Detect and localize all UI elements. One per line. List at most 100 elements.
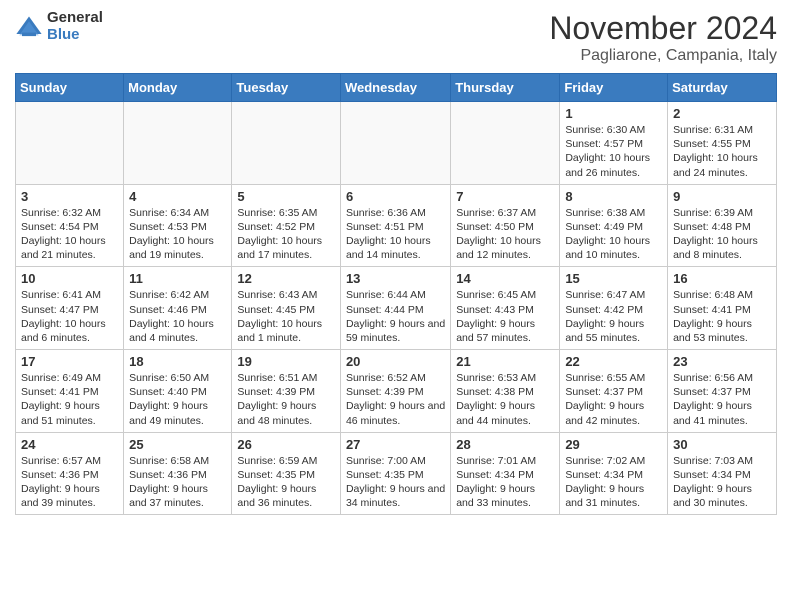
day-info: Sunrise: 6:36 AMSunset: 4:51 PMDaylight:…: [346, 206, 445, 263]
day-number: 9: [673, 189, 771, 204]
calendar-day-cell: 30 Sunrise: 7:03 AMSunset: 4:34 PMDayligh…: [668, 432, 777, 515]
day-info: Sunrise: 6:44 AMSunset: 4:44 PMDaylight:…: [346, 288, 445, 345]
month-title: November 2024: [549, 10, 777, 47]
day-number: 18: [129, 354, 226, 369]
day-info: Sunrise: 6:41 AMSunset: 4:47 PMDaylight:…: [21, 288, 118, 345]
calendar-day-cell: 17 Sunrise: 6:49 AMSunset: 4:41 PMDayligh…: [16, 350, 124, 433]
calendar-day-cell: [124, 102, 232, 185]
calendar-day-header: Wednesday: [340, 74, 450, 102]
calendar-day-cell: [451, 102, 560, 185]
calendar-day-cell: 24Sunrise: 6:57 AMSunset: 4:36 PMDayligh…: [16, 432, 124, 515]
day-number: 25: [129, 437, 226, 452]
day-info: Sunrise: 6:59 AMSunset: 4:35 PMDaylight:…: [237, 454, 335, 511]
calendar-day-cell: 26 Sunrise: 6:59 AMSunset: 4:35 PMDayligh…: [232, 432, 341, 515]
day-number: 13: [346, 271, 445, 286]
day-info: Sunrise: 7:02 AMSunset: 4:34 PMDaylight:…: [565, 454, 662, 511]
day-info: Sunrise: 6:31 AMSunset: 4:55 PMDaylight:…: [673, 123, 771, 180]
day-number: 16: [673, 271, 771, 286]
day-number: 17: [21, 354, 118, 369]
day-info: Sunrise: 6:30 AMSunset: 4:57 PMDaylight:…: [565, 123, 662, 180]
day-number: 26: [237, 437, 335, 452]
calendar-day-cell: 2 Sunrise: 6:31 AMSunset: 4:55 PMDaylight…: [668, 102, 777, 185]
day-info: Sunrise: 6:34 AMSunset: 4:53 PMDaylight:…: [129, 206, 226, 263]
calendar-week-row: 3Sunrise: 6:32 AMSunset: 4:54 PMDaylight…: [16, 184, 777, 267]
day-info: Sunrise: 6:48 AMSunset: 4:41 PMDaylight:…: [673, 288, 771, 345]
day-number: 21: [456, 354, 554, 369]
day-number: 1: [565, 106, 662, 121]
day-info: Sunrise: 6:38 AMSunset: 4:49 PMDaylight:…: [565, 206, 662, 263]
logo-text: General Blue: [47, 10, 103, 43]
day-number: 10: [21, 271, 118, 286]
day-info: Sunrise: 7:03 AMSunset: 4:34 PMDaylight:…: [673, 454, 771, 511]
calendar-day-cell: 28 Sunrise: 7:01 AMSunset: 4:34 PMDayligh…: [451, 432, 560, 515]
logo-blue-text: Blue: [47, 27, 103, 44]
calendar-day-cell: 1 Sunrise: 6:30 AMSunset: 4:57 PMDaylight…: [560, 102, 668, 185]
calendar-day-cell: 7 Sunrise: 6:37 AMSunset: 4:50 PMDaylight…: [451, 184, 560, 267]
calendar-day-cell: 16 Sunrise: 6:48 AMSunset: 4:41 PMDayligh…: [668, 267, 777, 350]
day-number: 11: [129, 271, 226, 286]
calendar-day-cell: [16, 102, 124, 185]
calendar-day-header: Sunday: [16, 74, 124, 102]
calendar-day-cell: 13 Sunrise: 6:44 AMSunset: 4:44 PMDayligh…: [340, 267, 450, 350]
day-info: Sunrise: 7:00 AMSunset: 4:35 PMDaylight:…: [346, 454, 445, 511]
calendar-week-row: 1 Sunrise: 6:30 AMSunset: 4:57 PMDaylight…: [16, 102, 777, 185]
day-number: 29: [565, 437, 662, 452]
calendar-day-cell: 4 Sunrise: 6:34 AMSunset: 4:53 PMDaylight…: [124, 184, 232, 267]
day-number: 14: [456, 271, 554, 286]
calendar-day-header: Friday: [560, 74, 668, 102]
calendar-week-row: 10 Sunrise: 6:41 AMSunset: 4:47 PMDayligh…: [16, 267, 777, 350]
logo-icon: [15, 13, 43, 41]
calendar-day-cell: 8 Sunrise: 6:38 AMSunset: 4:49 PMDaylight…: [560, 184, 668, 267]
calendar-day-cell: 25 Sunrise: 6:58 AMSunset: 4:36 PMDayligh…: [124, 432, 232, 515]
day-number: 30: [673, 437, 771, 452]
calendar-day-cell: 23Sunrise: 6:56 AMSunset: 4:37 PMDayligh…: [668, 350, 777, 433]
calendar-day-cell: 29 Sunrise: 7:02 AMSunset: 4:34 PMDayligh…: [560, 432, 668, 515]
logo: General Blue: [15, 10, 103, 43]
day-number: 19: [237, 354, 335, 369]
day-number: 15: [565, 271, 662, 286]
day-number: 5: [237, 189, 335, 204]
day-info: Sunrise: 7:01 AMSunset: 4:34 PMDaylight:…: [456, 454, 554, 511]
day-number: 27: [346, 437, 445, 452]
calendar-day-header: Saturday: [668, 74, 777, 102]
calendar: SundayMondayTuesdayWednesdayThursdayFrid…: [15, 73, 777, 515]
calendar-day-cell: 9 Sunrise: 6:39 AMSunset: 4:48 PMDaylight…: [668, 184, 777, 267]
calendar-day-cell: [340, 102, 450, 185]
day-info: Sunrise: 6:47 AMSunset: 4:42 PMDaylight:…: [565, 288, 662, 345]
day-number: 7: [456, 189, 554, 204]
calendar-week-row: 24Sunrise: 6:57 AMSunset: 4:36 PMDayligh…: [16, 432, 777, 515]
calendar-day-cell: 11Sunrise: 6:42 AMSunset: 4:46 PMDayligh…: [124, 267, 232, 350]
day-number: 28: [456, 437, 554, 452]
day-number: 4: [129, 189, 226, 204]
day-info: Sunrise: 6:58 AMSunset: 4:36 PMDaylight:…: [129, 454, 226, 511]
calendar-day-cell: 3Sunrise: 6:32 AMSunset: 4:54 PMDaylight…: [16, 184, 124, 267]
calendar-day-cell: 5 Sunrise: 6:35 AMSunset: 4:52 PMDaylight…: [232, 184, 341, 267]
day-info: Sunrise: 6:32 AMSunset: 4:54 PMDaylight:…: [21, 206, 118, 263]
day-number: 8: [565, 189, 662, 204]
day-number: 20: [346, 354, 445, 369]
calendar-day-header: Monday: [124, 74, 232, 102]
day-info: Sunrise: 6:52 AMSunset: 4:39 PMDaylight:…: [346, 371, 445, 428]
day-info: Sunrise: 6:39 AMSunset: 4:48 PMDaylight:…: [673, 206, 771, 263]
day-info: Sunrise: 6:51 AMSunset: 4:39 PMDaylight:…: [237, 371, 335, 428]
day-number: 6: [346, 189, 445, 204]
location-title: Pagliarone, Campania, Italy: [549, 47, 777, 65]
day-number: 23: [673, 354, 771, 369]
day-info: Sunrise: 6:49 AMSunset: 4:41 PMDaylight:…: [21, 371, 118, 428]
day-number: 2: [673, 106, 771, 121]
day-info: Sunrise: 6:53 AMSunset: 4:38 PMDaylight:…: [456, 371, 554, 428]
day-number: 12: [237, 271, 335, 286]
day-info: Sunrise: 6:50 AMSunset: 4:40 PMDaylight:…: [129, 371, 226, 428]
logo-general-text: General: [47, 10, 103, 27]
day-info: Sunrise: 6:55 AMSunset: 4:37 PMDaylight:…: [565, 371, 662, 428]
calendar-day-header: Thursday: [451, 74, 560, 102]
day-info: Sunrise: 6:37 AMSunset: 4:50 PMDaylight:…: [456, 206, 554, 263]
day-info: Sunrise: 6:35 AMSunset: 4:52 PMDaylight:…: [237, 206, 335, 263]
calendar-day-cell: 6 Sunrise: 6:36 AMSunset: 4:51 PMDaylight…: [340, 184, 450, 267]
page: General Blue November 2024 Pagliarone, C…: [0, 0, 792, 612]
calendar-day-cell: 19 Sunrise: 6:51 AMSunset: 4:39 PMDayligh…: [232, 350, 341, 433]
day-info: Sunrise: 6:45 AMSunset: 4:43 PMDaylight:…: [456, 288, 554, 345]
calendar-day-cell: 21 Sunrise: 6:53 AMSunset: 4:38 PMDayligh…: [451, 350, 560, 433]
day-number: 22: [565, 354, 662, 369]
calendar-day-cell: 20 Sunrise: 6:52 AMSunset: 4:39 PMDayligh…: [340, 350, 450, 433]
